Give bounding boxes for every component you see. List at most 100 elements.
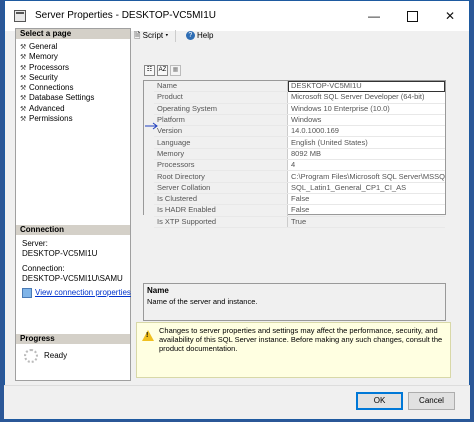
- property-value[interactable]: C:\Program Files\Microsoft SQL Server\MS…: [287, 170, 445, 183]
- view-connection-properties[interactable]: View connection properties: [22, 288, 131, 298]
- description-title: Name: [147, 286, 169, 295]
- property-value[interactable]: SQL_Latin1_General_CP1_CI_AS: [287, 182, 445, 194]
- property-row[interactable]: Product Microsoft SQL Server Developer (6…: [144, 91, 445, 104]
- annotation-arrow-icon: [145, 122, 158, 130]
- page-item-permissions[interactable]: ⚒ Permissions: [16, 114, 130, 124]
- toolbar: 🗎 Script ▾ ? Help: [130, 28, 460, 44]
- connection-label: Connection:: [22, 264, 65, 273]
- property-value[interactable]: DESKTOP-VC5MI1U: [287, 81, 445, 93]
- categorized-icon[interactable]: ☷: [144, 65, 155, 76]
- property-name: Operating System: [154, 103, 288, 115]
- property-row[interactable]: Version 14.0.1000.169: [144, 125, 445, 138]
- property-grid: Name DESKTOP-VC5MI1U Product Microsoft SQL …: [143, 80, 446, 228]
- page-item-label: Permissions: [29, 114, 73, 124]
- property-value[interactable]: 14.0.1000.169: [287, 125, 445, 138]
- row-gutter: [144, 216, 154, 228]
- wrench-icon: ⚒: [20, 116, 27, 124]
- cancel-button[interactable]: Cancel: [408, 392, 455, 410]
- select-page-header: Select a page: [16, 29, 130, 40]
- help-icon: ?: [185, 31, 195, 41]
- property-value[interactable]: Windows 10 Enterprise (10.0): [287, 103, 445, 115]
- alphabetical-sort-icon[interactable]: AZ: [157, 65, 168, 76]
- chevron-down-icon: ▾: [165, 31, 169, 40]
- page-item-label: General: [29, 42, 58, 51]
- property-value[interactable]: Windows: [287, 114, 445, 127]
- page-item-advanced[interactable]: ⚒ Advanced: [16, 104, 130, 114]
- connection-info: Server: DESKTOP-VC5MI1U Connection: DESK…: [22, 239, 123, 284]
- row-gutter: [144, 136, 154, 149]
- properties-icon: [22, 288, 32, 298]
- property-row[interactable]: Name DESKTOP-VC5MI1U: [144, 81, 445, 93]
- property-grid-toolbar: ☷ AZ ▦: [144, 65, 183, 76]
- script-label: Script: [142, 31, 164, 40]
- page-item-connections[interactable]: ⚒ Connections: [16, 83, 130, 93]
- property-name: Memory: [154, 148, 288, 161]
- page-item-memory[interactable]: ⚒ Memory: [16, 52, 130, 62]
- row-gutter: [144, 159, 154, 172]
- property-name: Version: [154, 125, 288, 138]
- server-value: DESKTOP-VC5MI1U: [22, 249, 98, 258]
- property-value[interactable]: 4: [287, 159, 445, 172]
- property-value[interactable]: 8092 MB: [287, 148, 445, 161]
- property-name: Is Clustered: [154, 193, 288, 206]
- property-row[interactable]: Is XTP Supported True: [144, 216, 445, 228]
- row-gutter: [144, 182, 154, 194]
- ok-button[interactable]: OK: [356, 392, 403, 410]
- property-row[interactable]: Server Collation SQL_Latin1_General_CP1_C…: [144, 182, 445, 194]
- progress-status-text: Ready: [44, 351, 68, 361]
- progress-header: Progress: [16, 334, 130, 345]
- property-name: Root Directory: [154, 170, 288, 183]
- view-connection-link[interactable]: View connection properties: [35, 288, 131, 297]
- toolbar-divider: [174, 29, 176, 42]
- property-name: Language: [154, 136, 288, 149]
- property-value[interactable]: Microsoft SQL Server Developer (64-bit): [287, 91, 445, 104]
- page-item-general[interactable]: ⚒ General: [16, 42, 130, 52]
- property-pages-icon[interactable]: ▦: [170, 65, 181, 76]
- property-row[interactable]: Language English (United States): [144, 136, 445, 149]
- property-row[interactable]: Is Clustered False: [144, 193, 445, 206]
- property-name: Server Collation: [154, 182, 288, 194]
- property-name: Product: [154, 91, 288, 104]
- property-row[interactable]: Memory 8092 MB: [144, 148, 445, 161]
- page-item-database-settings[interactable]: ⚒ Database Settings: [16, 93, 130, 103]
- close-button[interactable]: ✕: [431, 1, 469, 31]
- app-icon: [14, 10, 26, 22]
- row-gutter: [144, 103, 154, 115]
- minimize-button[interactable]: —: [355, 1, 393, 31]
- script-icon: 🗎: [134, 31, 141, 40]
- maximize-button[interactable]: [393, 1, 431, 31]
- help-button[interactable]: ? Help: [185, 28, 214, 44]
- page-item-label: Memory: [29, 52, 58, 62]
- maximize-icon: [406, 11, 418, 23]
- property-row[interactable]: Operating System Windows 10 Enterprise (1…: [144, 103, 445, 115]
- property-row[interactable]: Processors 4: [144, 159, 445, 172]
- property-name: Platform: [154, 114, 288, 127]
- server-label: Server:: [22, 239, 48, 248]
- property-value[interactable]: True: [287, 216, 445, 228]
- description-panel: Name Name of the server and instance.: [143, 283, 446, 321]
- progress-status: Ready: [24, 349, 67, 363]
- script-button[interactable]: 🗎 Script ▾: [134, 28, 168, 44]
- property-row[interactable]: Is HADR Enabled False: [144, 204, 445, 217]
- description-text: Name of the server and instance.: [147, 297, 258, 306]
- property-row[interactable]: Platform Windows: [144, 114, 445, 127]
- property-name: Is HADR Enabled: [154, 204, 288, 217]
- property-value[interactable]: False: [287, 193, 445, 206]
- property-name: Is XTP Supported: [154, 216, 288, 228]
- property-value[interactable]: English (United States): [287, 136, 445, 149]
- page-list: ⚒ General ⚒ Memory ⚒ Processors ⚒ Security ⚒…: [16, 40, 130, 124]
- row-gutter: [144, 81, 154, 93]
- help-label: Help: [197, 31, 214, 40]
- property-name: Name: [154, 81, 288, 93]
- row-gutter: [144, 204, 154, 217]
- title-bar[interactable]: Server Properties - DESKTOP-VC5MI1U — ✕: [5, 1, 469, 31]
- window-title: Server Properties - DESKTOP-VC5MI1U: [35, 10, 216, 21]
- connection-value: DESKTOP-VC5MI1U\SAMU: [22, 274, 123, 283]
- page-item-security[interactable]: ⚒ Security: [16, 73, 130, 83]
- property-row[interactable]: Root Directory C:\Program Files\Microsoft…: [144, 170, 445, 183]
- warning-icon: !: [142, 330, 154, 341]
- page-item-processors[interactable]: ⚒ Processors: [16, 63, 130, 73]
- page-item-label: Advanced: [29, 103, 65, 113]
- warning-text: Changes to server properties and setting…: [159, 326, 443, 353]
- property-value[interactable]: False: [287, 204, 445, 217]
